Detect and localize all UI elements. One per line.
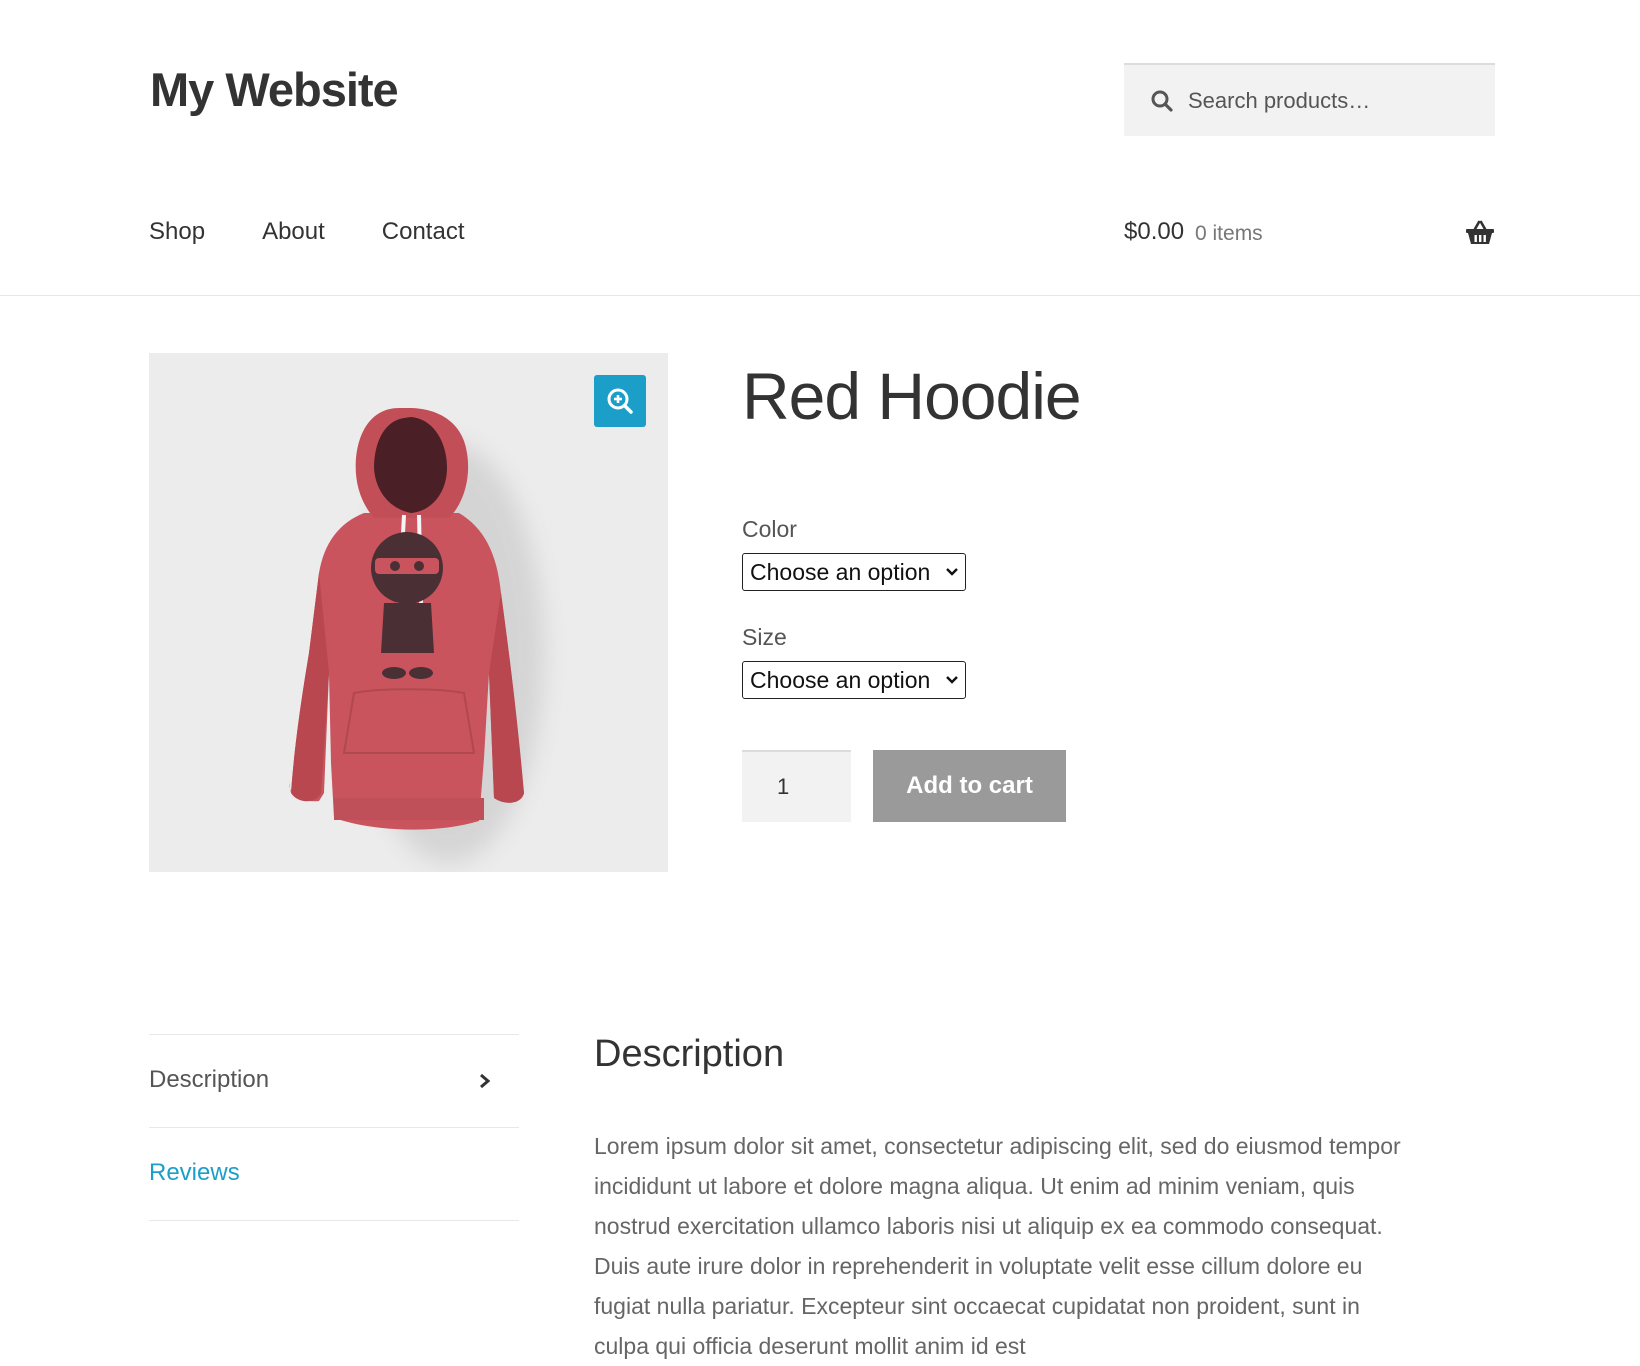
size-select-value: Choose an option	[750, 666, 931, 693]
search-icon	[1151, 90, 1173, 112]
size-label: Size	[742, 624, 787, 650]
tab-reviews[interactable]: Reviews	[149, 1159, 240, 1187]
hoodie-image	[289, 408, 544, 863]
basket-icon[interactable]	[1465, 220, 1495, 251]
search-input[interactable]	[1186, 86, 1486, 115]
cart-total[interactable]: $0.00	[1124, 218, 1184, 246]
chevron-down-icon	[946, 568, 958, 576]
site-title[interactable]: My Website	[150, 62, 399, 117]
description-heading: Description	[594, 1033, 785, 1075]
zoom-in-icon	[607, 388, 633, 414]
primary-nav: Shop About Contact	[149, 218, 522, 246]
product-image[interactable]	[149, 353, 668, 872]
chevron-down-icon	[946, 676, 958, 684]
tab-divider	[149, 1220, 519, 1221]
quantity-input[interactable]: 1	[742, 750, 851, 822]
tab-divider	[149, 1034, 519, 1035]
chevron-right-icon	[478, 1072, 492, 1095]
tab-description[interactable]: Description	[149, 1066, 269, 1094]
color-select-value: Choose an option	[750, 558, 931, 585]
color-label: Color	[742, 516, 797, 542]
nav-item-about[interactable]: About	[262, 218, 325, 246]
zoom-button[interactable]	[594, 375, 646, 427]
size-select[interactable]: Choose an option	[742, 661, 966, 699]
color-select[interactable]: Choose an option	[742, 553, 966, 591]
nav-item-contact[interactable]: Contact	[382, 218, 465, 246]
product-title: Red Hoodie	[742, 359, 1082, 433]
search-box[interactable]	[1124, 63, 1495, 136]
cart-item-count[interactable]: 0 items	[1195, 222, 1263, 246]
add-to-cart-button[interactable]: Add to cart	[873, 750, 1066, 822]
description-body: Lorem ipsum dolor sit amet, consectetur …	[594, 1133, 1401, 1359]
nav-item-shop[interactable]: Shop	[149, 218, 205, 246]
tab-divider	[149, 1127, 519, 1128]
header-divider	[0, 295, 1640, 296]
